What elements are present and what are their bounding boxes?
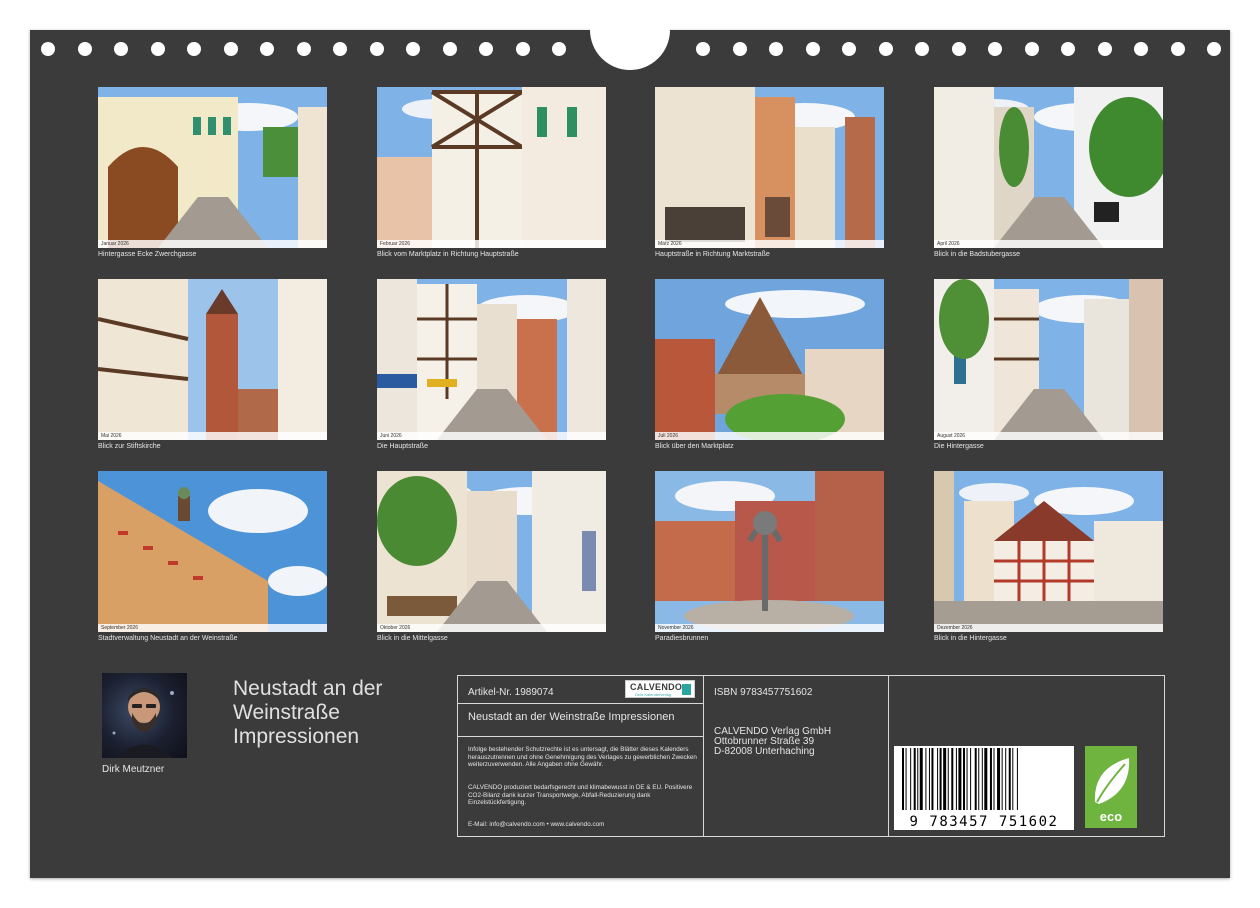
photo-caption: Die Hintergasse (934, 443, 984, 450)
photo-caption: Die Hauptstraße (377, 443, 428, 450)
publisher-address: CALVENDO Verlag GmbH Ottobrunner Straße … (714, 727, 831, 757)
month-strip: Oktober 2026 (377, 624, 606, 632)
calendar-photo-ivy-lane: Oktober 2026 (377, 471, 606, 632)
month-strip: September 2026 (98, 624, 327, 632)
binding-hole (696, 42, 710, 56)
legal-notice: Infolge bestehender Schutzrechte ist es … (468, 746, 697, 768)
photo-caption: Hintergasse Ecke Zwerchgasse (98, 251, 197, 258)
month-strip: Februar 2026 (377, 240, 606, 248)
calendar-photo-street-arch: Januar 2026 (98, 87, 327, 248)
binding-hole (915, 42, 929, 56)
calendar-photo-green-alley: April 2026 (934, 87, 1163, 248)
calendar-photo-fountain: November 2026 (655, 471, 884, 632)
month-strip: Mai 2026 (98, 432, 327, 440)
divider (888, 676, 889, 836)
barcode-number: 9 783457 751602 (909, 814, 1059, 830)
binding-hole (988, 42, 1002, 56)
title-line-2: Weinstraße (233, 701, 340, 724)
calendar-back-page: Januar 2026 Hintergasse Ecke Zwerchgasse F… (30, 28, 1230, 878)
month-strip: Juni 2026 (377, 432, 606, 440)
binding-hole (114, 42, 128, 56)
product-info-box: Artikel-Nr. 1989074 CALVENDO Dein Kalend… (457, 675, 1165, 837)
month-strip: März 2026 (655, 240, 884, 248)
publisher-line: D-82008 Unterhaching (714, 746, 815, 757)
photo-caption: Blick zur Stiftskirche (98, 443, 161, 450)
binding-hole (1134, 42, 1148, 56)
calendar-photo-church-tower: Mai 2026 (98, 279, 327, 440)
photo-caption: Blick in die Mittelgasse (377, 635, 448, 642)
calendar-photo-narrow-lane: August 2026 (934, 279, 1163, 440)
product-title: Neustadt an der Weinstraße Impressionen (468, 711, 675, 723)
month-strip: Juli 2026 (655, 432, 884, 440)
month-strip: April 2026 (934, 240, 1163, 248)
binding-hole (406, 42, 420, 56)
binding-hole (223, 42, 238, 56)
month-strip: November 2026 (655, 624, 884, 632)
binding-hole (296, 42, 311, 56)
divider (703, 676, 704, 836)
month-strip: Januar 2026 (98, 240, 327, 248)
photo-caption: Hauptstraße in Richtung Marktstraße (655, 251, 770, 258)
binding-hole (805, 42, 820, 56)
month-strip: August 2026 (934, 432, 1163, 440)
contact-info: E-Mail: info@calvendo.com • www.calvendo… (468, 821, 605, 828)
binding-hole (442, 42, 457, 56)
eco-badge: eco (1085, 746, 1137, 828)
isbn: ISBN 9783457751602 (714, 687, 813, 698)
binding-hole (260, 42, 274, 56)
binding-hole (187, 42, 201, 56)
binding-hole (369, 42, 384, 56)
photo-caption: Blick vom Marktplatz in Richtung Hauptst… (377, 251, 519, 258)
divider (458, 736, 703, 737)
binding-hole (732, 42, 747, 56)
title-line-3: Impressionen (233, 725, 360, 748)
binding-hole (878, 42, 893, 56)
binding-hole (479, 42, 493, 56)
binding-hole (1207, 42, 1221, 56)
binding-hole (1170, 42, 1185, 56)
binding-hole (41, 42, 55, 56)
binding-hole (1097, 42, 1112, 56)
brand-name: CALVENDO (630, 682, 683, 692)
eco-label: eco (1099, 809, 1123, 824)
calendar-photo-half-timber-corner: Februar 2026 (377, 87, 606, 248)
calendar-photo-red-timber-house: Dezember 2026 (934, 471, 1163, 632)
article-number: Artikel-Nr. 1989074 (468, 687, 554, 698)
calendar-photo-town-hall: September 2026 (98, 471, 327, 632)
calendar-photo-shopping-street: März 2026 (655, 87, 884, 248)
calendar-photo-busy-street: Juni 2026 (377, 279, 606, 440)
binding-hole (150, 42, 165, 56)
binding-hole (1024, 42, 1039, 56)
leaf-icon (1094, 758, 1130, 804)
month-strip: Dezember 2026 (934, 624, 1163, 632)
calendar-title: Neustadt an der Weinstraße Impressionen (233, 677, 453, 749)
author-name: Dirk Meutzner (102, 764, 165, 775)
calendar-photo-market-house: Juli 2026 (655, 279, 884, 440)
binding-hole (1061, 42, 1075, 56)
photo-caption: Stadtverwaltung Neustadt an der Weinstra… (98, 635, 238, 642)
binding-hole (77, 42, 92, 56)
calvendo-logo: CALVENDO Dein Kalenderverlag (625, 680, 695, 698)
photo-caption: Paradiesbrunnen (655, 635, 709, 642)
divider (458, 703, 703, 704)
title-line-1: Neustadt an der (233, 677, 383, 700)
binding-hole (951, 42, 966, 56)
binding-hole (552, 42, 566, 56)
author-portrait (102, 673, 187, 758)
binding-hole (769, 42, 783, 56)
binding-hole (333, 42, 347, 56)
barcode: 9 783457 751602 (894, 746, 1074, 830)
photo-caption: Blick in die Badstubergasse (934, 251, 1020, 258)
brand-tagline: Dein Kalenderverlag (635, 692, 672, 697)
brand-flag-icon (682, 684, 691, 695)
climate-notice: CALVENDO produziert bedarfsgerecht und k… (468, 784, 693, 806)
binding-hole (842, 42, 856, 56)
photo-caption: Blick über den Marktplatz (655, 443, 734, 450)
photo-caption: Blick in die Hintergasse (934, 635, 1007, 642)
binding-hole (515, 42, 530, 56)
